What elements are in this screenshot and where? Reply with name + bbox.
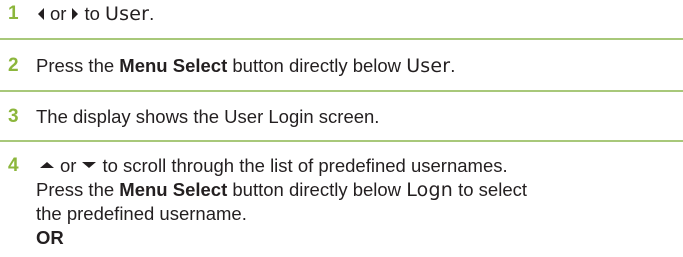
step-line-2: Press the Menu Select button directly be… [36,178,675,202]
up-arrow-icon [40,162,54,169]
or-word: or [50,3,67,24]
divider [0,140,683,142]
down-arrow-icon [82,162,97,169]
step-number: 4 [8,155,19,176]
step-text: or to scroll through the list of predefin… [36,154,675,250]
left-arrow-icon [38,7,44,20]
step-text: Press the Menu Select button directly be… [36,54,675,78]
step-text: The display shows the User Login screen. [36,106,380,127]
step-number: 3 [8,106,19,127]
step-text-part: button directly below [232,55,402,76]
softkey-label: User [105,3,150,25]
period: . [450,55,456,76]
step-line-3: the predefined username. [36,203,247,224]
to-word: to [84,3,100,24]
step-line-1: or to scroll through the list of predefin… [36,154,675,178]
step-text-part: Press the [36,55,115,76]
period: . [149,3,155,24]
menu-select-key: Menu Select [119,55,228,76]
step-text-part: to select [458,179,528,200]
softkey-label: Logn [406,179,453,201]
step-number: 1 [8,3,19,24]
menu-select-key: Menu Select [119,179,228,200]
right-arrow-icon [72,7,79,20]
step-text: or to User. [36,2,675,26]
or-word: or [60,155,77,176]
step-text-part: Press the [36,179,115,200]
divider [0,38,683,40]
step-text-part: button directly below [232,179,402,200]
softkey-label: User [406,55,451,77]
step-text-part: to scroll through the list of predefined… [102,155,508,176]
or-label: OR [36,227,64,248]
step-number: 2 [8,55,19,76]
divider [0,90,683,92]
